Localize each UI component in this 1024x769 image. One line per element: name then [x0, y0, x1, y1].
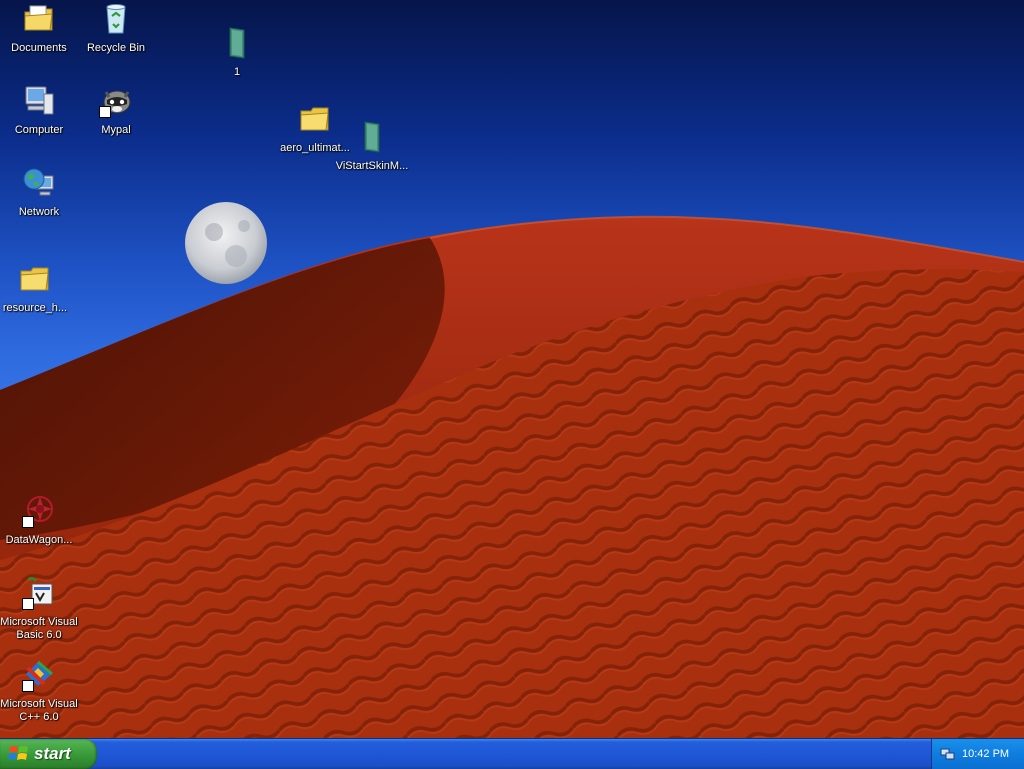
- desktop-icon-label: resource_h...: [2, 302, 68, 314]
- green-book-icon: [355, 120, 389, 154]
- shortcut-arrow-icon: [22, 680, 34, 692]
- desktop-icon-mypal[interactable]: Mypal: [77, 84, 155, 137]
- network-globe-icon: [22, 166, 56, 200]
- desktop-icon-label: Recycle Bin: [86, 42, 146, 54]
- desktop-icon-vistartskin[interactable]: ViStartSkinM...: [333, 120, 411, 173]
- shortcut-arrow-icon: [22, 598, 34, 610]
- green-book-icon: [220, 26, 254, 60]
- datawagon-icon: [22, 494, 56, 528]
- desktop-icon-label: Microsoft Visual Basic 6.0: [0, 616, 78, 641]
- computer-icon: [22, 84, 56, 118]
- desktop-icon-visual-basic[interactable]: Microsoft Visual Basic 6.0: [0, 576, 78, 642]
- documents-folder-icon: [22, 2, 56, 36]
- clock[interactable]: 10:42 PM: [962, 748, 1009, 760]
- desktop-icon-label: 1: [233, 66, 241, 78]
- taskbar: start 10:42 PM: [0, 738, 1024, 769]
- visual-basic-icon: [22, 576, 56, 610]
- desktop-icon-resource-hacker[interactable]: resource_h...: [0, 262, 74, 315]
- desktop-icon-label: Mypal: [101, 124, 131, 136]
- desktop-icon-network[interactable]: Network: [0, 166, 78, 219]
- desktop-icon-label: Network: [18, 206, 60, 218]
- start-label: start: [34, 744, 71, 763]
- start-button[interactable]: start: [0, 739, 97, 769]
- desktop-icon-label: DataWagon...: [5, 534, 73, 546]
- desktop-icon-label: Computer: [14, 124, 64, 136]
- visual-cpp-icon: [22, 658, 56, 692]
- system-tray: 10:42 PM: [931, 739, 1024, 769]
- shortcut-arrow-icon: [99, 106, 111, 118]
- desktop-icon-recycle-bin[interactable]: Recycle Bin: [77, 2, 155, 55]
- recycle-bin-icon: [99, 2, 133, 36]
- desktop-icon-visual-cpp[interactable]: Microsoft Visual C++ 6.0: [0, 658, 78, 724]
- desktop-icon-label: Documents: [11, 42, 67, 54]
- desktop-icon-datawagon[interactable]: DataWagon...: [0, 494, 78, 547]
- folder-icon: [18, 262, 52, 296]
- moon-image: [185, 202, 267, 284]
- desktop-icon-documents[interactable]: Documents: [0, 2, 78, 55]
- windows-logo-icon: [8, 744, 30, 764]
- mypal-raccoon-icon: [99, 84, 133, 118]
- folder-icon: [298, 102, 332, 136]
- desktop[interactable]: Documents Recycle Bin 1 Computer Mypal a…: [0, 0, 1024, 738]
- desktop-icon-label: ViStartSkinM...: [335, 160, 409, 172]
- network-tray-icon[interactable]: [940, 747, 956, 761]
- shortcut-arrow-icon: [22, 516, 34, 528]
- desktop-icon-label: Microsoft Visual C++ 6.0: [0, 698, 78, 723]
- desktop-icon-computer[interactable]: Computer: [0, 84, 78, 137]
- desktop-icon-1[interactable]: 1: [198, 26, 276, 79]
